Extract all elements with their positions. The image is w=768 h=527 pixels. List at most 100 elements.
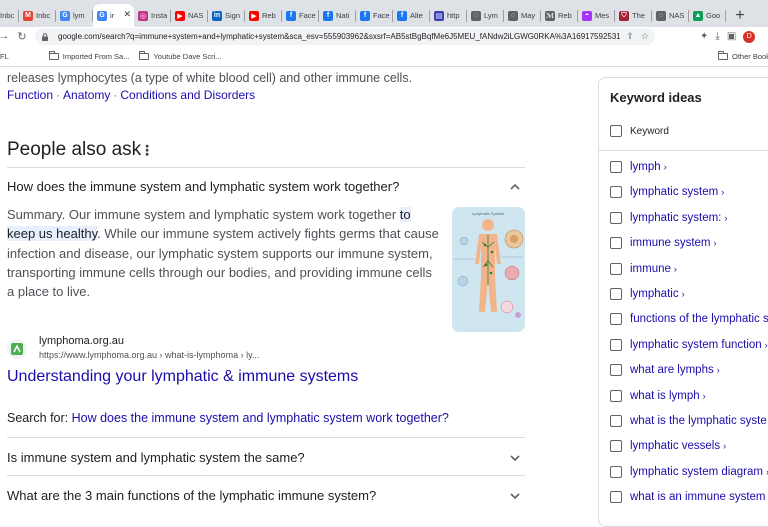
- keyword-checkbox[interactable]: [610, 288, 622, 300]
- side-panel-icon[interactable]: ▣: [727, 31, 736, 42]
- source-title-link[interactable]: Understanding your lymphatic & immune sy…: [7, 368, 358, 386]
- keyword-row[interactable]: what are lymphs ›: [610, 364, 720, 377]
- keyword-checkbox[interactable]: [610, 211, 622, 224]
- keyword-row[interactable]: immune ›: [610, 262, 677, 275]
- keyword-row[interactable]: lymphatic vessels ›: [610, 440, 726, 453]
- keyword-link[interactable]: what is an immune system: [630, 491, 766, 503]
- tab[interactable]: f Nati: [319, 4, 356, 27]
- tab[interactable]: ◌ Lym: [467, 4, 504, 27]
- keyword-row[interactable]: functions of the lymphatic s›: [610, 313, 768, 326]
- lymphoma-favicon[interactable]: [7, 339, 27, 359]
- tab[interactable]: ⛉ The: [615, 4, 652, 27]
- address-bar[interactable]: google.com/search?q=immune+system+and+ly…: [35, 28, 655, 45]
- keyword-checkbox[interactable]: [610, 415, 622, 427]
- tab[interactable]: ▶ Reb: [245, 4, 282, 27]
- tab[interactable]: ▤ http: [430, 4, 467, 27]
- keyword-link[interactable]: what is the lymphatic syste: [630, 415, 767, 427]
- keyword-link[interactable]: what is lymph: [630, 390, 700, 402]
- select-all-checkbox[interactable]: [610, 125, 622, 137]
- bookmark-partial[interactable]: FL: [0, 52, 9, 61]
- tab[interactable]: ◓ Mes: [578, 4, 615, 27]
- keyword-checkbox[interactable]: [610, 237, 622, 250]
- lymphatic-diagram-thumbnail[interactable]: Lymphatic System: [452, 207, 525, 332]
- tab[interactable]: ▲ Goo: [689, 4, 726, 27]
- tab-label: NAS: [188, 11, 204, 20]
- keyword-checkbox[interactable]: [610, 364, 622, 377]
- sitelink-function[interactable]: Function: [7, 88, 53, 102]
- keyword-row[interactable]: immune system ›: [610, 237, 717, 250]
- keyword-link[interactable]: functions of the lymphatic s: [630, 313, 768, 325]
- keyword-link[interactable]: immune system: [630, 237, 711, 249]
- search-for-link[interactable]: How does the immune system and lymphatic…: [72, 411, 449, 425]
- keyword-checkbox[interactable]: [610, 338, 622, 351]
- keyword-link[interactable]: lymphatic: [630, 288, 679, 300]
- keyword-link[interactable]: lymphatic system diagram: [630, 466, 763, 478]
- share-icon[interactable]: ⇪: [626, 31, 634, 42]
- chevron-down-icon[interactable]: [508, 489, 522, 503]
- keyword-row[interactable]: lymphatic system diagram›: [610, 465, 768, 478]
- tab[interactable]: ◌ May: [504, 4, 541, 27]
- keyword-checkbox[interactable]: [610, 262, 622, 275]
- tab[interactable]: ◎ Insta: [134, 4, 171, 27]
- keyword-row[interactable]: lymphatic system ›: [610, 186, 724, 199]
- tab[interactable]: Gir ✕: [93, 4, 134, 27]
- bookmark-folder-youtube[interactable]: Youtube Dave Scri...: [139, 51, 222, 61]
- url-text: google.com/search?q=immune+system+and+ly…: [58, 32, 638, 41]
- folder-icon: [139, 51, 150, 60]
- keyword-row[interactable]: lymphatic system function ›: [610, 338, 768, 351]
- keyword-checkbox[interactable]: [610, 465, 622, 478]
- keyword-link[interactable]: lymph: [630, 161, 661, 173]
- tab[interactable]: f Face: [282, 4, 319, 27]
- tab[interactable]: Glym: [56, 4, 93, 27]
- chevron-up-icon[interactable]: [508, 180, 522, 194]
- tab[interactable]: ℳ Reb: [541, 4, 578, 27]
- keyword-row[interactable]: lymph ›: [610, 161, 667, 173]
- forward-icon[interactable]: →: [0, 28, 12, 44]
- keyword-checkbox[interactable]: [610, 491, 622, 504]
- sitelink-conditions[interactable]: Conditions and Disorders: [120, 88, 255, 102]
- divider: [7, 437, 525, 438]
- keyword-checkbox[interactable]: [610, 186, 622, 199]
- keyword-link[interactable]: lymphatic system function: [630, 339, 762, 351]
- profile-avatar[interactable]: D: [743, 30, 756, 43]
- tab[interactable]: f Face: [356, 4, 393, 27]
- keyword-checkbox[interactable]: [610, 313, 622, 326]
- keyword-link[interactable]: what are lymphs: [630, 364, 714, 376]
- tab[interactable]: M Inbc: [19, 4, 56, 27]
- keyword-checkbox[interactable]: [610, 440, 622, 453]
- tab[interactable]: ▶ NAS: [171, 4, 208, 27]
- close-tab-icon[interactable]: ✕: [123, 9, 131, 20]
- tab[interactable]: in Sign: [208, 4, 245, 27]
- chevron-down-icon[interactable]: [508, 451, 522, 465]
- source-site-name: lymphoma.org.au: [39, 335, 124, 347]
- paa-question-1[interactable]: How does the immune system and lymphatic…: [7, 179, 399, 194]
- new-tab-button[interactable]: +: [728, 4, 752, 27]
- keyword-row[interactable]: lymphatic ›: [610, 288, 685, 300]
- tab[interactable]: ◌ NAS: [652, 4, 689, 27]
- paa-question-3[interactable]: What are the 3 main functions of the lym…: [7, 488, 376, 503]
- bookmark-star-icon[interactable]: ☆: [641, 31, 649, 42]
- tab[interactable]: f Alte: [393, 4, 430, 27]
- more-options-icon[interactable]: ⋮: [140, 143, 154, 157]
- keyword-link[interactable]: lymphatic vessels: [630, 440, 720, 452]
- paa-question-2[interactable]: Is immune system and lymphatic system th…: [7, 450, 305, 465]
- keyword-row[interactable]: what is lymph ›: [610, 389, 706, 402]
- keyword-link[interactable]: lymphatic system: [630, 186, 718, 198]
- keyword-checkbox[interactable]: [610, 161, 622, 173]
- tab[interactable]: Inbc: [0, 4, 19, 27]
- tab-label: Lym: [484, 11, 498, 20]
- keyword-checkbox[interactable]: [610, 389, 622, 402]
- download-icon[interactable]: ⤓: [715, 31, 719, 42]
- keyword-link[interactable]: lymphatic system:: [630, 212, 721, 224]
- keyword-row[interactable]: what is the lymphatic syste›: [610, 415, 768, 427]
- keyword-link[interactable]: immune: [630, 263, 671, 275]
- tab-label: Alte: [410, 11, 423, 20]
- other-bookmarks[interactable]: Other Book: [718, 51, 768, 61]
- sitelink-anatomy[interactable]: Anatomy: [63, 88, 110, 102]
- keyword-row[interactable]: lymphatic system: ›: [610, 211, 727, 224]
- keyword-row[interactable]: what is an immune system›: [610, 491, 768, 504]
- bookmark-folder-imported[interactable]: Imported From Sa...: [48, 51, 129, 61]
- extensions-icon[interactable]: ✦: [700, 31, 708, 42]
- reload-icon[interactable]: ↻: [14, 28, 30, 44]
- folder-icon: [48, 51, 59, 60]
